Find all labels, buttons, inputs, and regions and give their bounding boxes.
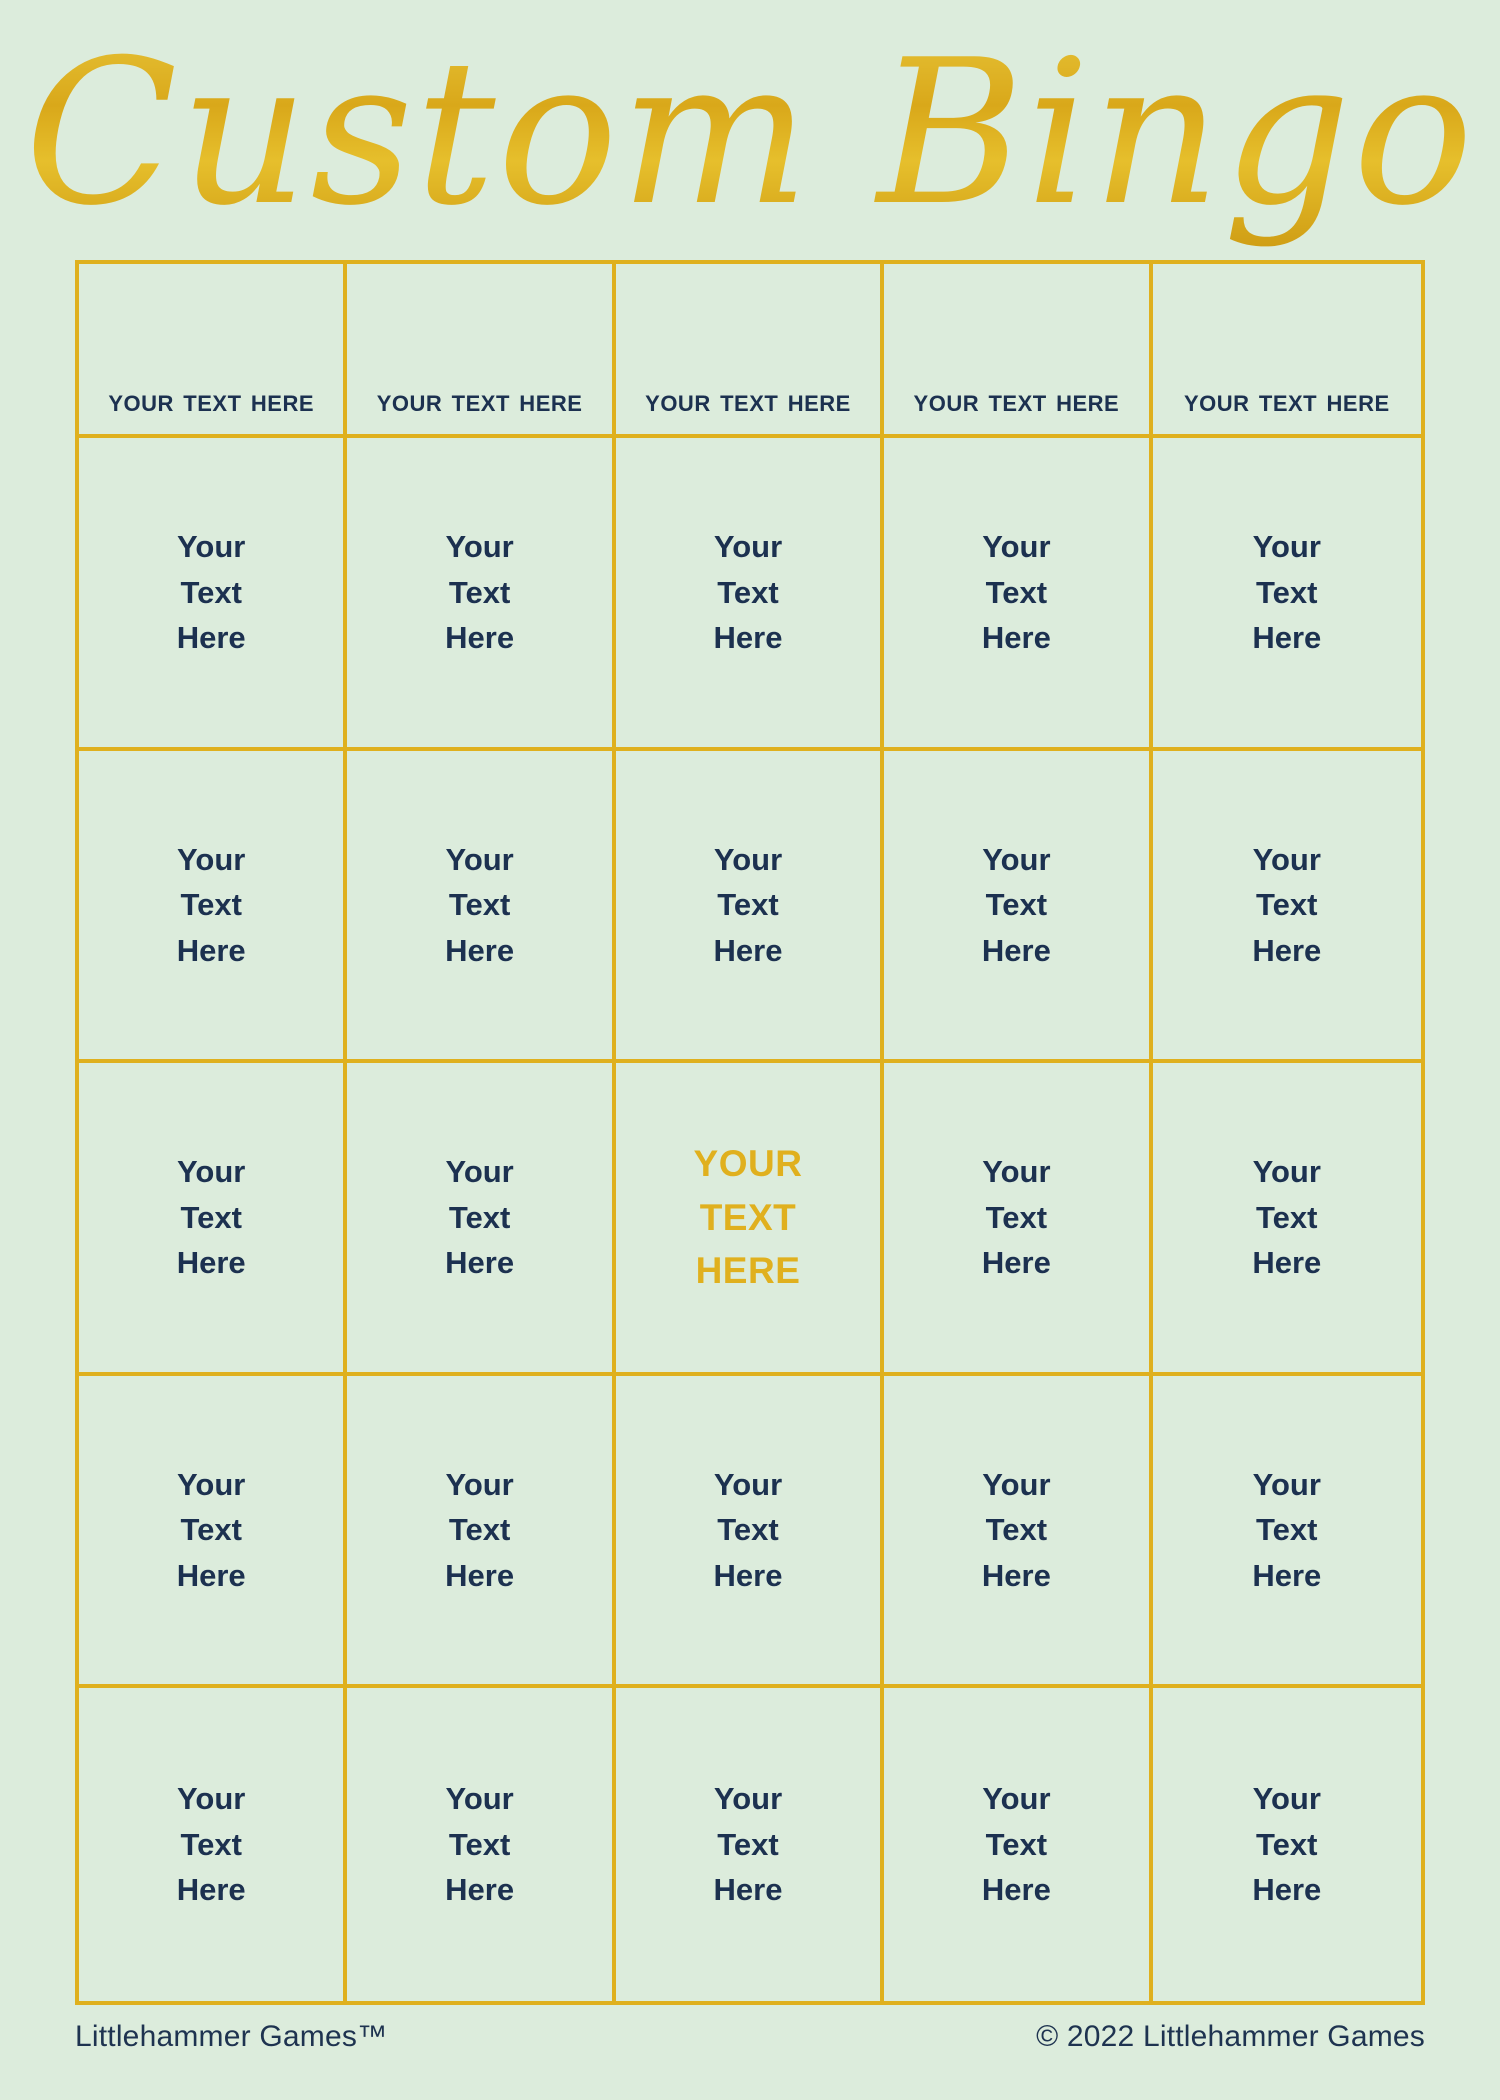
bingo-cell-label: Your Text Here [445, 1154, 515, 1281]
bingo-header-cell-2[interactable]: Your Text Here [347, 264, 616, 438]
bingo-header-label: Your Text Here [913, 381, 1120, 418]
bingo-cell-label: Your Text Here [713, 1466, 783, 1593]
bingo-cell-label: Your Text Here [981, 1466, 1051, 1593]
bingo-cell-label: Your Text Here [176, 1781, 246, 1908]
bingo-header-cell-1[interactable]: Your Text Here [79, 264, 348, 438]
bingo-cell[interactable]: Your Text Here [347, 1688, 616, 2001]
bingo-cell[interactable]: Your Text Here [1152, 751, 1421, 1064]
bingo-cell-label: Your Text Here [445, 1781, 515, 1908]
bingo-cell-label: Your Text Here [713, 841, 783, 968]
bingo-cell-label: Your Text Here [981, 528, 1051, 656]
footer-copyright: © 2022 Littlehammer Games [1036, 2020, 1425, 2053]
bingo-cell[interactable]: Your Text Here [884, 750, 1153, 1064]
bingo-cell[interactable]: Your Text Here [884, 1375, 1153, 1689]
bingo-cell-label: Your Text Here [1252, 1466, 1322, 1593]
bingo-cell-label: Your Text Here [1252, 1781, 1322, 1908]
bingo-cell[interactable]: Your Text Here [616, 1688, 885, 2001]
bingo-cell[interactable]: Your Text Here [79, 750, 348, 1064]
bingo-card-page: Custom Bingo Your Text Here Your Text He… [0, 0, 1500, 2100]
card-title-container: Custom Bingo [0, 17, 1500, 257]
bingo-free-space-cell[interactable]: YOUR TEXT HERE [615, 1063, 885, 1376]
card-title: Custom Bingo [25, 17, 1476, 250]
bingo-cell-label: Your Text Here [445, 841, 515, 968]
bingo-cell-label: Your Text Here [713, 1781, 783, 1908]
bingo-cell-label: Your Text Here [176, 1154, 246, 1281]
bingo-header-cell-3[interactable]: Your Text Here [615, 264, 885, 438]
bingo-cell[interactable]: Your Text Here [79, 1375, 348, 1689]
bingo-cell-label: Your Text Here [1252, 841, 1322, 968]
bingo-header-cell-4[interactable]: Your Text Here [884, 264, 1153, 438]
bingo-cell[interactable]: Your Text Here [884, 1688, 1153, 2001]
bingo-cell-label: Your Text Here [445, 528, 515, 656]
bingo-header-label: Your Text Here [645, 381, 851, 418]
bingo-cell-label: Your Text Here [1252, 528, 1322, 656]
bingo-free-space-label: YOUR TEXT HERE [693, 1143, 803, 1292]
bingo-cell[interactable]: Your Text Here [1152, 1063, 1421, 1376]
bingo-cell[interactable]: Your Text Here [615, 750, 885, 1064]
bingo-header-label: Your Text Here [376, 381, 583, 418]
bingo-cell[interactable]: Your Text Here [347, 750, 616, 1064]
bingo-cell[interactable]: Your Text Here [79, 1063, 348, 1376]
bingo-cell[interactable]: Your Text Here [884, 438, 1153, 751]
bingo-cell[interactable]: Your Text Here [347, 438, 616, 751]
bingo-cell[interactable]: Your Text Here [347, 1063, 616, 1376]
bingo-cell[interactable]: Your Text Here [615, 438, 885, 751]
bingo-cell[interactable]: Your Text Here [347, 1375, 616, 1689]
bingo-cell-label: Your Text Here [981, 1781, 1051, 1908]
bingo-cell-label: Your Text Here [713, 528, 783, 656]
bingo-cell[interactable]: Your Text Here [884, 1063, 1153, 1376]
bingo-cell[interactable]: Your Text Here [79, 438, 348, 751]
bingo-cell-label: Your Text Here [176, 528, 246, 656]
card-footer: Littlehammer Games™ © 2022 Littlehammer … [75, 2020, 1425, 2054]
bingo-header-label: Your Text Here [1183, 381, 1390, 418]
footer-brand: Littlehammer Games™ [75, 2020, 388, 2053]
bingo-cell-label: Your Text Here [1252, 1154, 1322, 1281]
bingo-cell[interactable]: Your Text Here [615, 1375, 885, 1689]
bingo-cell-label: Your Text Here [176, 1466, 246, 1593]
bingo-cell-label: Your Text Here [176, 841, 246, 968]
bingo-cell[interactable]: Your Text Here [1152, 1376, 1421, 1689]
bingo-cell-label: Your Text Here [445, 1466, 515, 1593]
bingo-grid: Your Text Here Your Text Here Your Text … [75, 260, 1425, 2005]
bingo-cell-label: Your Text Here [981, 841, 1051, 968]
bingo-cell[interactable]: Your Text Here [1152, 438, 1421, 751]
card-title-graphic: Custom Bingo [25, 17, 1474, 250]
bingo-header-cell-5[interactable]: Your Text Here [1152, 264, 1421, 438]
bingo-header-label: Your Text Here [108, 381, 315, 418]
bingo-cell[interactable]: Your Text Here [79, 1688, 348, 2001]
bingo-cell[interactable]: Your Text Here [1153, 1688, 1421, 2001]
bingo-cell-label: Your Text Here [981, 1154, 1051, 1281]
